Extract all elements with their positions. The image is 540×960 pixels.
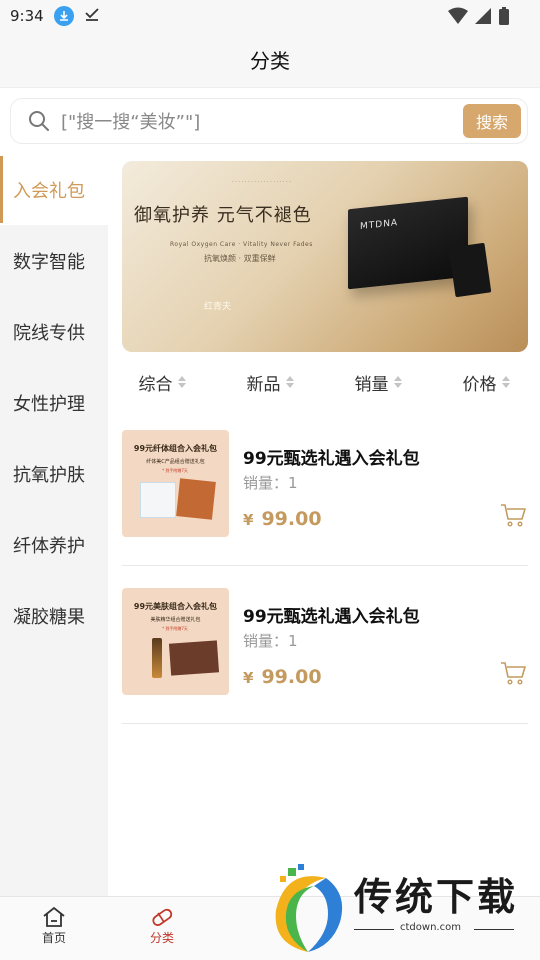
sidebar-item-label: 纤体养护 [13, 535, 85, 557]
signal-icon [474, 7, 492, 29]
banner-tagline: 抗氧焕颜 · 双重保鲜 [204, 254, 276, 263]
promo-banner[interactable]: · · · · · · · · · · · · · · · · · · · 御氧… [122, 161, 528, 352]
price-value: 99.00 [261, 666, 322, 688]
thumb-subtitle: 美肤精华组合赠送礼包 [150, 617, 201, 623]
sidebar-item-label: 数字智能 [13, 251, 85, 273]
banner-top-text: · · · · · · · · · · · · · · · · · · · [232, 179, 291, 185]
product-price: ¥99.00 [243, 508, 322, 530]
product-sales: 销量：1 [243, 474, 298, 492]
thumb-subtitle: 纤体美C产品组合赠送礼包 [146, 459, 205, 465]
sort-arrows-icon [393, 376, 402, 388]
product-thumbnail: 99元美肤组合入会礼包 美肤精华组合赠送礼包 * 到手附赠7天 [122, 588, 229, 695]
sidebar-item-salon[interactable]: 院线专供 [0, 296, 108, 367]
thumb-title: 99元美肤组合入会礼包 [133, 602, 218, 611]
sort-label: 综合 [138, 374, 173, 395]
sort-label: 销量 [354, 374, 389, 395]
tab-label: 首页 [41, 931, 66, 945]
sort-arrows-icon [285, 376, 294, 388]
sidebar-item-female-care[interactable]: 女性护理 [0, 367, 108, 438]
thumb-tag: * 到手附赠7天 [162, 468, 188, 473]
sort-sales[interactable]: 销量 [324, 370, 432, 395]
product-card[interactable]: 99元美肤组合入会礼包 美肤精华组合赠送礼包 * 到手附赠7天 99元甄选礼遇入… [122, 566, 528, 724]
banner-brand: 红青夫 [204, 302, 232, 312]
sidebar-item-antioxidant[interactable]: 抗氧护肤 [0, 438, 108, 509]
watermark-rule [354, 929, 394, 930]
sort-bar: 综合 新品 销量 价格 [108, 362, 540, 402]
status-bar: 9:34 [0, 0, 540, 32]
watermark-emblem-icon [275, 864, 343, 952]
tab-home[interactable]: 首页 [24, 905, 84, 946]
thumb-package-image [140, 482, 176, 518]
product-sales: 销量：1 [243, 632, 298, 650]
currency-symbol: ¥ [243, 669, 254, 687]
category-sidebar: 入会礼包 数字智能 院线专供 女性护理 抗氧护肤 纤体养护 凝胶糖果 [0, 154, 108, 896]
watermark-text: 传统下载 [354, 875, 519, 919]
sidebar-item-digital[interactable]: 数字智能 [0, 225, 108, 296]
wifi-icon [448, 7, 468, 29]
home-icon [43, 906, 65, 927]
page-title-bar: 分类 [0, 32, 540, 88]
currency-symbol: ¥ [243, 511, 254, 529]
sort-new[interactable]: 新品 [216, 370, 324, 395]
banner-headline: 御氧护养 元气不褪色 [134, 205, 312, 226]
page-title: 分类 [250, 49, 290, 73]
cart-icon[interactable] [500, 660, 526, 686]
cart-icon[interactable] [500, 502, 526, 528]
check-download-icon [84, 6, 100, 26]
thumb-tag: * 到手附赠7天 [162, 626, 188, 631]
sort-price[interactable]: 价格 [432, 370, 540, 395]
thumb-package-image [176, 478, 216, 520]
banner-product-pouch [448, 242, 492, 298]
product-price: ¥99.00 [243, 666, 322, 688]
banner-product-box: MTDNA [348, 196, 468, 290]
sort-label: 价格 [462, 374, 497, 395]
sidebar-item-label: 入会礼包 [13, 180, 85, 202]
sidebar-item-gel-candy[interactable]: 凝胶糖果 [0, 580, 108, 651]
status-time: 9:34 [10, 7, 44, 25]
watermark-rule [474, 929, 514, 930]
thumb-bottle-image [152, 638, 162, 678]
sidebar-item-slimming[interactable]: 纤体养护 [0, 509, 108, 580]
category-icon [152, 908, 173, 926]
sidebar-item-label: 院线专供 [13, 322, 85, 344]
search-icon [29, 111, 49, 131]
thumb-title: 99元纤体组合入会礼包 [133, 444, 218, 453]
thumb-package-image [168, 640, 220, 676]
tab-category[interactable]: 分类 [132, 905, 192, 946]
status-icons [448, 6, 510, 30]
sort-label: 新品 [246, 374, 281, 395]
product-name: 99元甄选礼遇入会礼包 [243, 449, 420, 469]
sort-arrows-icon [177, 376, 186, 388]
battery-icon [498, 6, 510, 30]
search-input[interactable]: ["搜一搜“美妆”"] [61, 108, 463, 134]
sidebar-item-label: 抗氧护肤 [13, 464, 85, 486]
product-thumbnail: 99元纤体组合入会礼包 纤体美C产品组合赠送礼包 * 到手附赠7天 [122, 430, 229, 537]
banner-product-brand: MTDNA [360, 218, 399, 233]
sidebar-item-label: 女性护理 [13, 393, 85, 415]
sort-comprehensive[interactable]: 综合 [108, 370, 216, 395]
watermark-logo: 传统下载 ctdown.com [262, 862, 540, 960]
sidebar-item-membership-pack[interactable]: 入会礼包 [0, 154, 108, 225]
product-name: 99元甄选礼遇入会礼包 [243, 607, 420, 627]
tab-label: 分类 [149, 931, 174, 945]
search-button[interactable]: 搜索 [463, 104, 521, 138]
sort-arrows-icon [501, 376, 510, 388]
banner-subline: Royal Oxygen Care · Vitality Never Fades [170, 241, 313, 248]
sidebar-item-label: 凝胶糖果 [13, 606, 85, 628]
product-card[interactable]: 99元纤体组合入会礼包 纤体美C产品组合赠送礼包 * 到手附赠7天 99元甄选礼… [122, 408, 528, 566]
price-value: 99.00 [261, 508, 322, 530]
watermark-url: ctdown.com [400, 922, 461, 933]
search-bar[interactable]: ["搜一搜“美妆”"] 搜索 [10, 98, 528, 144]
download-icon [53, 6, 74, 26]
